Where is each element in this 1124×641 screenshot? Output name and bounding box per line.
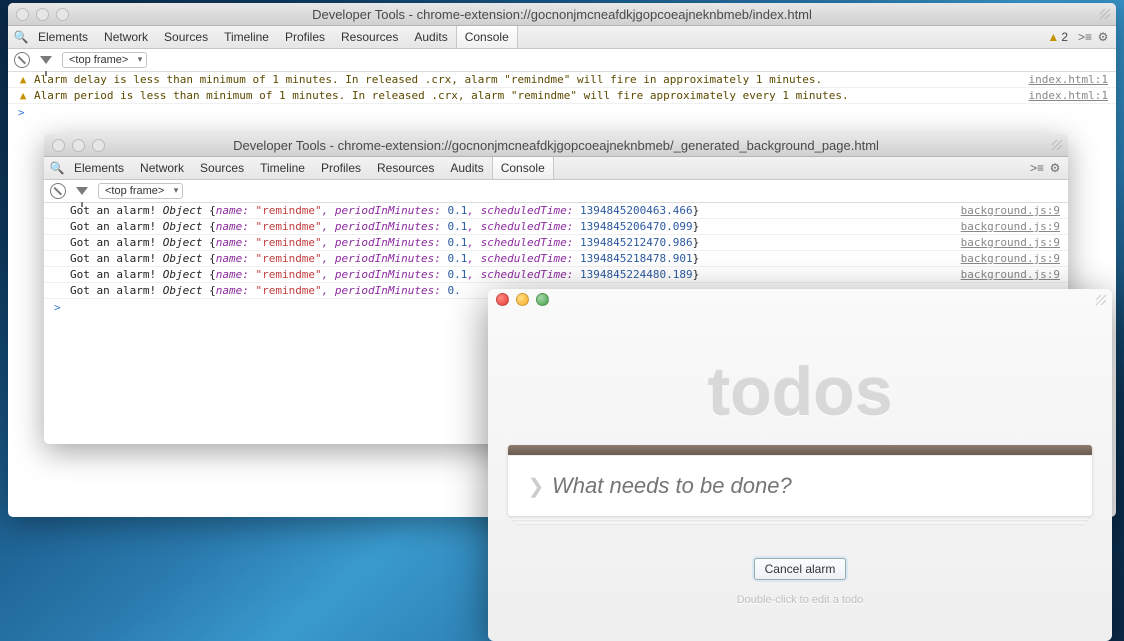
titlebar[interactable] (488, 289, 1112, 309)
frame-selector[interactable]: <top frame> (98, 183, 183, 199)
warning-icon: ▲ (16, 73, 30, 86)
tab-profiles[interactable]: Profiles (313, 157, 369, 179)
card-header (508, 445, 1092, 455)
settings-icon[interactable]: ⚙ (1046, 161, 1064, 175)
tab-elements[interactable]: Elements (30, 26, 96, 48)
maximize-icon[interactable] (92, 139, 105, 152)
console-message: Got an alarm! Object {name: "remindme", … (70, 220, 961, 233)
resize-icon[interactable] (1098, 7, 1112, 21)
window-title: Developer Tools - chrome-extension://goc… (8, 7, 1116, 22)
inspect-icon[interactable]: 🔍 (48, 161, 66, 175)
titlebar[interactable]: Developer Tools - chrome-extension://goc… (8, 3, 1116, 26)
source-link[interactable]: background.js:9 (961, 220, 1060, 233)
cancel-alarm-button[interactable]: Cancel alarm (754, 558, 847, 580)
resize-icon[interactable] (1094, 293, 1108, 310)
console-filterbar: <top frame> (8, 49, 1116, 72)
console-row: ▲ Alarm delay is less than minimum of 1 … (8, 72, 1116, 88)
console-message: Alarm period is less than minimum of 1 m… (34, 89, 1029, 102)
window-title: Developer Tools - chrome-extension://goc… (44, 138, 1068, 153)
console-row: Got an alarm! Object {name: "remindme", … (44, 251, 1068, 267)
traffic-lights (8, 8, 69, 21)
close-icon[interactable] (496, 293, 509, 306)
tab-audits[interactable]: Audits (406, 26, 455, 48)
minimize-icon[interactable] (516, 293, 529, 306)
settings-icon[interactable]: ⚙ (1094, 30, 1112, 44)
console-message: Got an alarm! Object {name: "remindme", … (70, 252, 961, 265)
console-message: Got an alarm! Object {name: "remindme", … (70, 204, 961, 217)
drawer-icon[interactable]: >≡ (1076, 30, 1094, 44)
console-row: ▲ Alarm period is less than minimum of 1… (8, 88, 1116, 104)
frame-selector[interactable]: <top frame> (62, 52, 147, 68)
close-icon[interactable] (16, 8, 29, 21)
source-link[interactable]: background.js:9 (961, 268, 1060, 281)
toggle-all-icon[interactable]: ❯ (522, 474, 550, 499)
todos-app-window: todos ❯ Cancel alarm Double-click to edi… (488, 289, 1112, 641)
new-todo-row: ❯ (508, 455, 1092, 516)
console-message: Alarm delay is less than minimum of 1 mi… (34, 73, 1029, 86)
app-title: todos (488, 353, 1112, 431)
minimize-icon[interactable] (72, 139, 85, 152)
drawer-icon[interactable]: >≡ (1028, 161, 1046, 175)
clear-console-icon[interactable] (50, 183, 66, 199)
warning-icon: ▲ (16, 89, 30, 102)
minimize-icon[interactable] (36, 8, 49, 21)
warning-count[interactable]: ▲2 (1047, 30, 1068, 44)
console-output: ▲ Alarm delay is less than minimum of 1 … (8, 72, 1116, 121)
tab-audits[interactable]: Audits (442, 157, 491, 179)
edit-hint: Double-click to edit a todo (488, 594, 1112, 606)
source-link[interactable]: index.html:1 (1029, 73, 1108, 86)
devtools-tabs: 🔍 Elements Network Sources Timeline Prof… (8, 26, 1116, 49)
maximize-icon[interactable] (536, 293, 549, 306)
console-message: Got an alarm! Object {name: "remindme", … (70, 236, 961, 249)
tab-sources[interactable]: Sources (192, 157, 252, 179)
source-link[interactable]: background.js:9 (961, 204, 1060, 217)
titlebar[interactable]: Developer Tools - chrome-extension://goc… (44, 134, 1068, 157)
console-message: Got an alarm! Object {name: "remindme", … (70, 268, 961, 281)
traffic-lights (44, 139, 105, 152)
inspect-icon[interactable]: 🔍 (12, 30, 30, 44)
todo-card: ❯ (508, 445, 1092, 516)
tab-resources[interactable]: Resources (333, 26, 406, 48)
source-link[interactable]: index.html:1 (1029, 89, 1108, 102)
devtools-tabs: 🔍 Elements Network Sources Timeline Prof… (44, 157, 1068, 180)
tab-network[interactable]: Network (96, 26, 156, 48)
tab-profiles[interactable]: Profiles (277, 26, 333, 48)
resize-icon[interactable] (1050, 138, 1064, 152)
console-filterbar: <top frame> (44, 180, 1068, 203)
new-todo-input[interactable] (550, 472, 1078, 500)
filter-icon[interactable] (76, 187, 88, 195)
tab-timeline[interactable]: Timeline (252, 157, 313, 179)
source-link[interactable]: background.js:9 (961, 236, 1060, 249)
tab-resources[interactable]: Resources (369, 157, 442, 179)
tab-elements[interactable]: Elements (66, 157, 132, 179)
source-link[interactable]: background.js:9 (961, 252, 1060, 265)
clear-console-icon[interactable] (14, 52, 30, 68)
tab-console[interactable]: Console (456, 26, 518, 48)
maximize-icon[interactable] (56, 8, 69, 21)
filter-icon[interactable] (40, 56, 52, 64)
console-row: Got an alarm! Object {name: "remindme", … (44, 267, 1068, 283)
tab-sources[interactable]: Sources (156, 26, 216, 48)
tab-console[interactable]: Console (492, 157, 554, 179)
console-row: Got an alarm! Object {name: "remindme", … (44, 235, 1068, 251)
tab-network[interactable]: Network (132, 157, 192, 179)
close-icon[interactable] (52, 139, 65, 152)
console-prompt[interactable]: > (8, 104, 1116, 121)
tab-timeline[interactable]: Timeline (216, 26, 277, 48)
console-row: Got an alarm! Object {name: "remindme", … (44, 219, 1068, 235)
console-row: Got an alarm! Object {name: "remindme", … (44, 203, 1068, 219)
